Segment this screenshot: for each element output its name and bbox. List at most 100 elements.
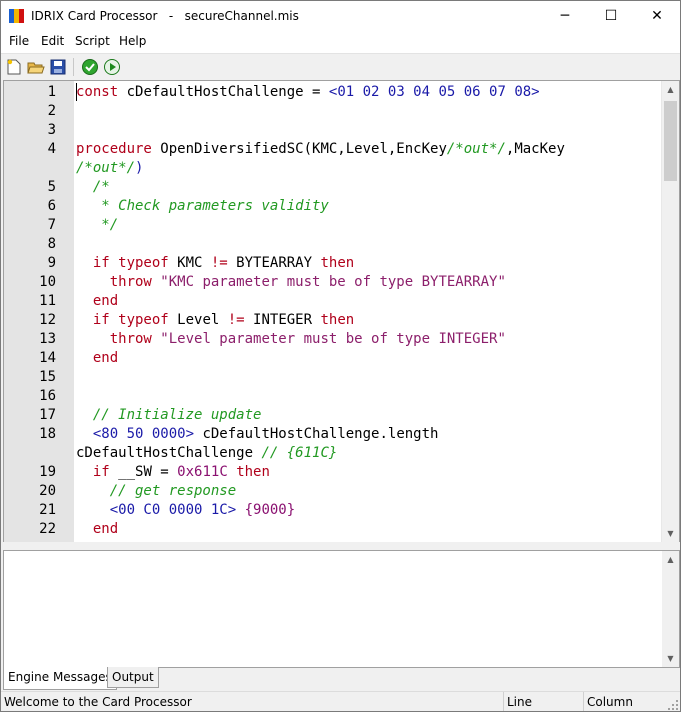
menu-edit[interactable]: Edit	[41, 34, 64, 48]
code-line[interactable]: 2	[4, 102, 662, 121]
panel-splitter[interactable]	[1, 542, 680, 550]
code-text: procedure OpenDiversifiedSC(KMC,Level,En…	[76, 140, 565, 159]
code-line[interactable]: 16	[4, 387, 662, 406]
scroll-down-icon[interactable]: ▼	[662, 650, 679, 667]
line-number: 9	[47, 255, 56, 271]
code-token: /*out*/	[446, 141, 506, 157]
code-text: cDefaultHostChallenge // {611C}	[76, 444, 337, 463]
code-token: // Initialize update	[76, 407, 262, 423]
scroll-up-icon[interactable]: ▲	[662, 81, 679, 98]
code-token: __SW =	[118, 464, 178, 480]
code-token: // {611C}	[261, 445, 338, 461]
code-text: if typeof Level != INTEGER then	[76, 311, 354, 330]
code-text: const cDefaultHostChallenge = <01 02 03 …	[76, 83, 540, 102]
title-bar[interactable]: IDRIX Card Processor - secureChannel.mis…	[1, 1, 680, 31]
code-token: /*out*/	[76, 160, 136, 176]
scroll-up-icon[interactable]: ▲	[662, 551, 679, 568]
code-token: end	[76, 521, 119, 537]
code-token: cDefaultHostChallenge.length	[202, 426, 439, 442]
code-line[interactable]: 1 const cDefaultHostChallenge = <01 02 03…	[4, 83, 662, 102]
code-token: */	[76, 217, 119, 233]
new-file-button[interactable]	[5, 58, 23, 76]
code-token: if typeof	[76, 255, 169, 271]
code-token: cDefaultHostChallenge =	[126, 84, 329, 100]
code-line[interactable]: 14 end	[4, 349, 662, 368]
new-file-icon	[7, 59, 21, 75]
line-number: 21	[39, 502, 56, 518]
code-token: "KMC parameter must be of type BYTEARRAY…	[160, 274, 506, 290]
code-line[interactable]: 7 */	[4, 216, 662, 235]
code-line[interactable]: 15	[4, 368, 662, 387]
code-line[interactable]: 20 // get response	[4, 482, 662, 501]
maximize-button[interactable]: ☐	[588, 1, 634, 31]
line-number: 15	[39, 369, 56, 385]
code-line[interactable]: /*out*/)	[4, 159, 662, 178]
close-button[interactable]: ✕	[634, 1, 680, 31]
editor-vertical-scrollbar[interactable]: ▲ ▼	[661, 81, 679, 542]
open-file-button[interactable]	[27, 58, 45, 76]
code-token: throw	[76, 274, 152, 290]
code-line[interactable]: 5 /*	[4, 178, 662, 197]
code-line[interactable]: 21 <00 C0 0000 1C> {9000}	[4, 501, 662, 520]
code-line[interactable]: 4 procedure OpenDiversifiedSC(KMC,Level,E…	[4, 140, 662, 159]
code-line[interactable]: 6 * Check parameters validity	[4, 197, 662, 216]
code-token: const	[76, 84, 119, 100]
code-token: )	[135, 160, 144, 176]
code-token: KMC	[177, 255, 211, 271]
code-editor[interactable]: 1 const cDefaultHostChallenge = <01 02 03…	[3, 80, 680, 543]
app-icon	[9, 9, 25, 23]
toolbar	[1, 53, 680, 80]
status-bar: Welcome to the Card Processor Line Colum…	[1, 691, 680, 711]
app-window: IDRIX Card Processor - secureChannel.mis…	[0, 0, 681, 712]
code-line[interactable]: 8	[4, 235, 662, 254]
code-line[interactable]: 3	[4, 121, 662, 140]
code-line[interactable]: 18 <80 50 0000> cDefaultHostChallenge.le…	[4, 425, 662, 444]
code-line[interactable]: 19 if __SW = 0x611C then	[4, 463, 662, 482]
save-button[interactable]	[49, 58, 67, 76]
menu-script[interactable]: Script	[75, 34, 110, 48]
status-column: Column	[583, 692, 667, 711]
code-line[interactable]: 17 // Initialize update	[4, 406, 662, 425]
code-token: {9000}	[244, 502, 296, 518]
code-line[interactable]: 22 end	[4, 520, 662, 539]
code-text: // Initialize update	[76, 406, 262, 425]
run-button[interactable]	[103, 58, 121, 76]
line-number: 18	[39, 426, 56, 442]
tab-output[interactable]: Output	[107, 667, 159, 688]
code-line[interactable]: 11 end	[4, 292, 662, 311]
maximize-icon: ☐	[604, 8, 618, 24]
code-token: end	[76, 350, 119, 366]
minimize-button[interactable]: ─	[542, 1, 588, 31]
code-token: cDefaultHostChallenge	[76, 445, 262, 461]
code-token: if typeof	[76, 312, 169, 328]
code-token: OpenDiversifiedSC(KMC,Level,EncKey	[160, 141, 447, 157]
resize-grip-icon[interactable]	[667, 699, 679, 711]
scrollbar-thumb[interactable]	[664, 101, 677, 181]
code-text: // get response	[76, 482, 236, 501]
code-token: if	[76, 464, 110, 480]
code-line[interactable]: 13 throw "Level parameter must be of typ…	[4, 330, 662, 349]
code-token: Level	[177, 312, 228, 328]
messages-vertical-scrollbar[interactable]: ▲ ▼	[662, 551, 679, 667]
code-token: !=	[210, 255, 228, 271]
menu-help[interactable]: Help	[119, 34, 146, 48]
scroll-down-icon[interactable]: ▼	[662, 525, 679, 542]
tab-engine-messages[interactable]: Engine Messages	[3, 667, 117, 690]
code-lines: 1 const cDefaultHostChallenge = <01 02 03…	[4, 83, 662, 539]
code-text: /*out*/)	[76, 159, 143, 178]
line-number: 10	[39, 274, 56, 290]
menu-file[interactable]: File	[9, 34, 29, 48]
code-line[interactable]: 12 if typeof Level != INTEGER then	[4, 311, 662, 330]
code-text: end	[76, 349, 118, 368]
code-token: "Level parameter must be of type INTEGER…	[160, 331, 506, 347]
code-token: // get response	[76, 483, 237, 499]
check-button[interactable]	[81, 58, 99, 76]
code-line[interactable]: 9 if typeof KMC != BYTEARRAY then	[4, 254, 662, 273]
code-line[interactable]: 10 throw "KMC parameter must be of type …	[4, 273, 662, 292]
code-token: BYTEARRAY	[236, 255, 321, 271]
engine-messages-panel[interactable]: ▲ ▼	[3, 550, 680, 668]
line-number: 14	[39, 350, 56, 366]
code-line[interactable]: cDefaultHostChallenge // {611C}	[4, 444, 662, 463]
window-title: IDRIX Card Processor - secureChannel.mis	[31, 9, 299, 23]
save-icon	[50, 59, 66, 75]
